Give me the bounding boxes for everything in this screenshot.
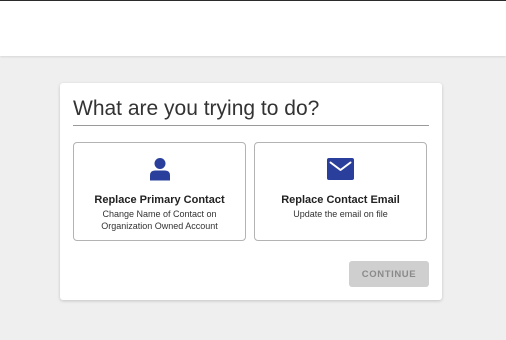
option-description: Change Name of Contact on Organization O… <box>101 209 218 231</box>
title-divider <box>73 125 429 126</box>
selection-dialog: What are you trying to do? Replace Prima… <box>60 83 442 300</box>
option-title: Replace Contact Email <box>281 194 400 206</box>
dialog-title: What are you trying to do? <box>73 97 320 120</box>
option-description: Update the email on file <box>293 209 388 219</box>
replace-primary-contact-option[interactable]: Replace Primary Contact Change Name of C… <box>73 142 246 241</box>
person-icon <box>74 156 245 182</box>
envelope-icon <box>255 156 426 182</box>
continue-button[interactable]: CONTINUE <box>349 261 429 287</box>
replace-contact-email-option[interactable]: Replace Contact Email Update the email o… <box>254 142 427 241</box>
option-title: Replace Primary Contact <box>94 194 225 206</box>
top-header-bar <box>0 0 506 56</box>
